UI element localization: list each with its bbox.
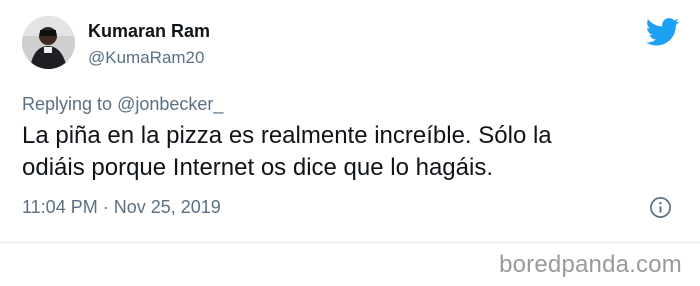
twitter-bird-icon[interactable] [646, 18, 680, 46]
tweet-card: Kumaran Ram @KumaRam20 Replying to @jonb… [0, 0, 700, 243]
author-name[interactable]: Kumaran Ram [88, 20, 210, 42]
watermark: boredpanda.com [499, 251, 682, 278]
screenshot-card: Kumaran Ram @KumaRam20 Replying to @jonb… [0, 0, 700, 286]
replying-to-label: Replying to [22, 94, 118, 114]
replying-to-line: Replying to @jonbecker_ [22, 93, 223, 115]
tweet-text: La piña en la pizza es realmente increíb… [22, 122, 552, 181]
avatar-photo [22, 16, 75, 69]
info-icon[interactable] [649, 196, 672, 219]
author-handle[interactable]: @KumaRam20 [88, 47, 204, 69]
avatar[interactable] [22, 16, 75, 69]
replying-to-mention[interactable]: @jonbecker_ [117, 94, 223, 114]
tweet-timestamp[interactable]: 11:04 PM · Nov 25, 2019 [22, 196, 221, 218]
